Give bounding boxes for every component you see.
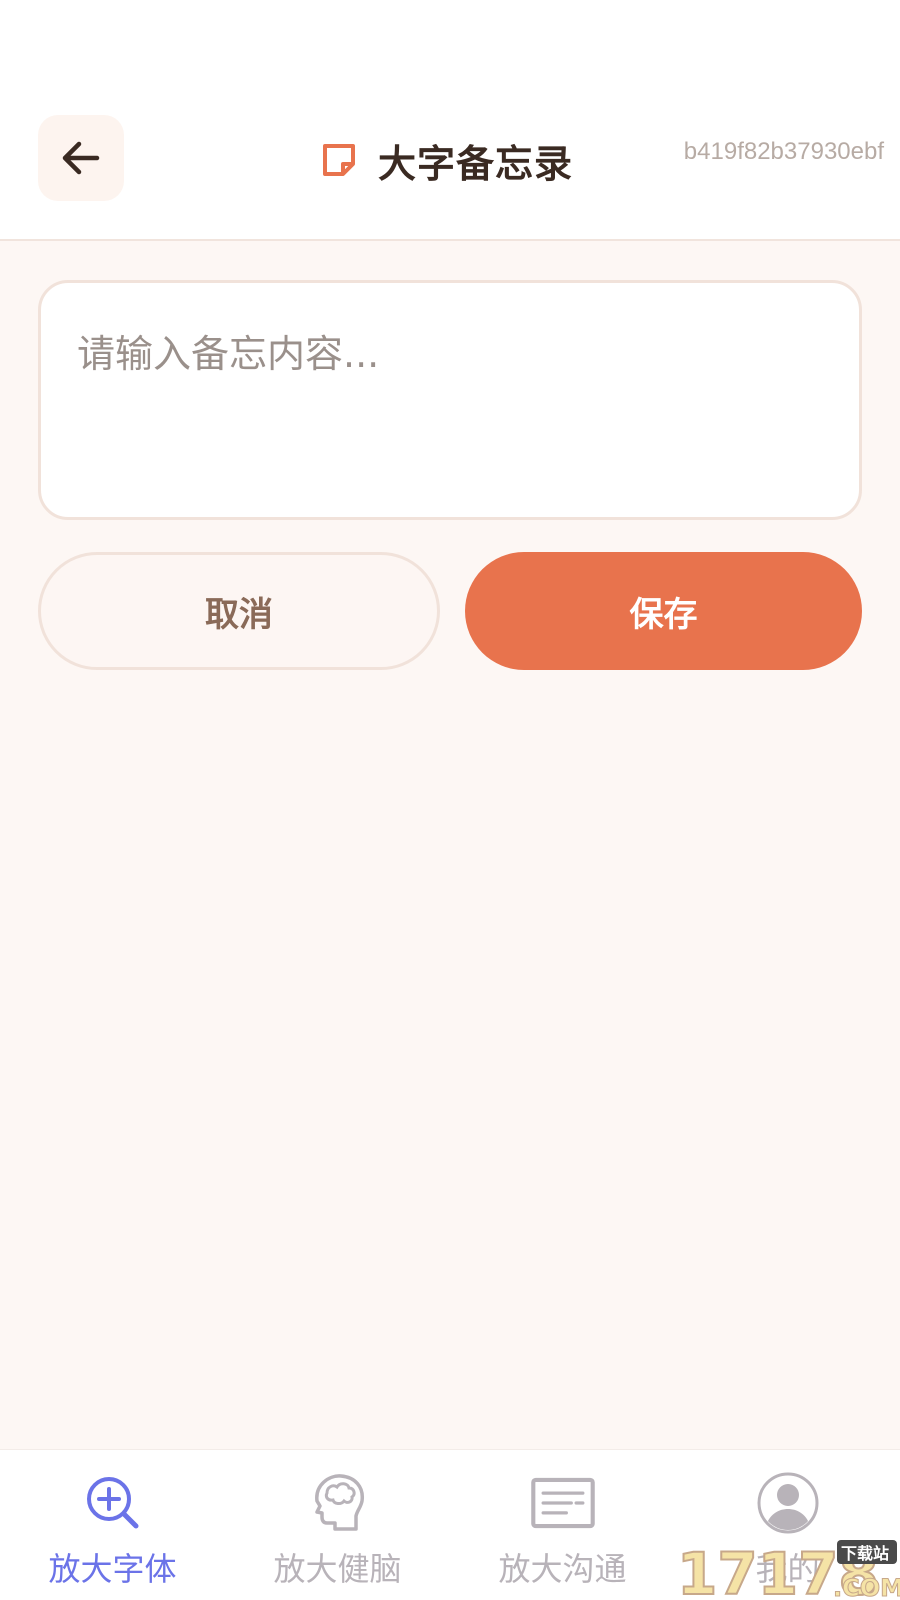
cancel-button[interactable]: 取消 [38, 552, 440, 670]
device-id-text: b419f82b37930ebf [683, 138, 884, 165]
message-icon [530, 1477, 595, 1529]
save-button[interactable]: 保存 [465, 552, 862, 670]
nav-label-brain: 放大健脑 [273, 1550, 402, 1588]
zoom-in-icon [86, 1477, 138, 1529]
memo-page: 大字备忘录 b419f82b37930ebf 取消 保存 放大字体 [0, 0, 900, 1600]
arrow-left-icon [62, 141, 100, 175]
header: 大字备忘录 b419f82b37930ebf [0, 0, 900, 241]
nav-item-communicate[interactable]: 放大沟通 [450, 1450, 675, 1600]
note-icon [323, 144, 355, 176]
watermark-domain: .COM [833, 1574, 900, 1600]
watermark-logo: 17178 下载站 .COM [676, 1539, 900, 1600]
memo-input[interactable] [77, 323, 823, 477]
site-watermark: 17178 下载站 .COM [675, 1538, 900, 1600]
page-title: 大字备忘录 [378, 141, 574, 186]
memo-input-container [38, 280, 862, 520]
back-button[interactable] [38, 115, 124, 201]
watermark-tag: 下载站 [841, 1544, 889, 1563]
nav-item-zoom-font[interactable]: 放大字体 [0, 1450, 225, 1600]
profile-icon [757, 1472, 818, 1534]
nav-item-brain[interactable]: 放大健脑 [225, 1450, 450, 1600]
page-title-group: 大字备忘录 [320, 132, 573, 188]
nav-label-communicate: 放大沟通 [498, 1550, 627, 1588]
brain-icon [314, 1474, 364, 1531]
nav-label-zoom-font: 放大字体 [48, 1550, 177, 1588]
